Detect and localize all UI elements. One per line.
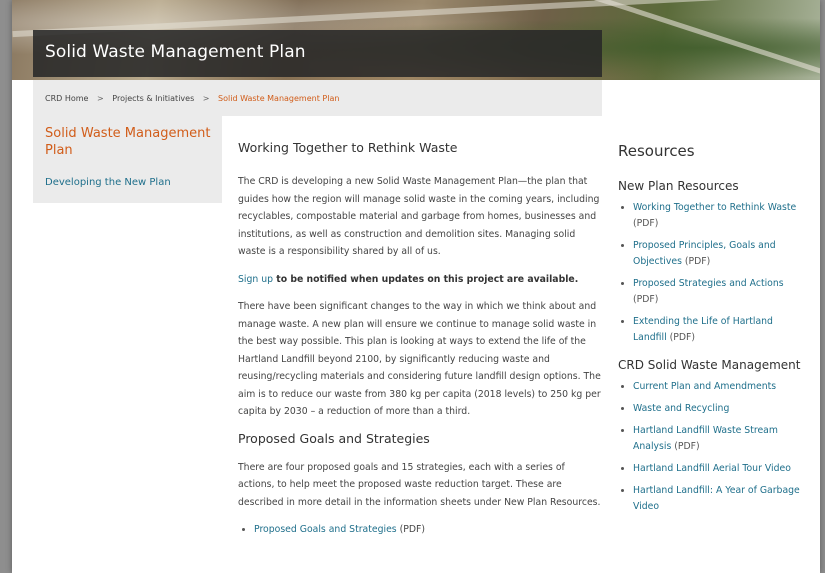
list-item: Hartland Landfill: A Year of Garbage Vid…: [618, 483, 803, 515]
resource-link[interactable]: Extending the Life of Hartland Landfill: [633, 316, 773, 343]
file-type-tag: (PDF): [671, 441, 700, 452]
crd-solid-waste-list: Current Plan and Amendments Waste and Re…: [618, 379, 803, 515]
file-type-tag: (PDF): [633, 294, 659, 305]
page-title: Solid Waste Management Plan: [45, 42, 306, 62]
page-title-bar: Solid Waste Management Plan: [33, 30, 602, 77]
signup-link[interactable]: Sign up: [238, 274, 273, 285]
goals-paragraph: There are four proposed goals and 15 str…: [238, 461, 601, 508]
breadcrumb-home-link[interactable]: CRD Home: [45, 94, 88, 103]
goals-list: Proposed Goals and Strategies (PDF): [238, 521, 603, 539]
breadcrumb: CRD Home > Projects & Initiatives > Soli…: [33, 80, 602, 116]
breadcrumb-separator: >: [97, 94, 104, 103]
crd-solid-waste-heading: CRD Solid Waste Management: [618, 358, 801, 372]
list-item: Extending the Life of Hartland Landfill …: [618, 314, 803, 346]
resource-link[interactable]: Hartland Landfill: A Year of Garbage Vid…: [633, 485, 800, 512]
resource-link[interactable]: Waste and Recycling: [633, 403, 729, 414]
main-content: Working Together to Rethink Waste The CR…: [238, 140, 603, 539]
breadcrumb-separator: >: [202, 94, 210, 103]
resource-link[interactable]: Current Plan and Amendments: [633, 381, 776, 392]
list-item: Proposed Strategies and Actions (PDF): [618, 276, 803, 308]
resources-heading: Resources: [618, 142, 695, 160]
section-heading-rethink-waste: Working Together to Rethink Waste: [238, 140, 458, 155]
breadcrumb-current: Solid Waste Management Plan: [218, 94, 340, 103]
hero-road-decoration: [577, 0, 820, 76]
file-type-tag: (PDF): [633, 218, 659, 229]
file-type-tag: (PDF): [396, 524, 425, 535]
leftnav-title[interactable]: Solid Waste Management Plan: [45, 125, 215, 159]
plan-paragraph: There have been significant changes to t…: [238, 301, 601, 417]
goals-strategies-pdf-link[interactable]: Proposed Goals and Strategies: [254, 524, 397, 535]
resource-link[interactable]: Working Together to Rethink Waste: [633, 202, 796, 213]
breadcrumb-projects-link[interactable]: Projects & Initiatives: [112, 94, 194, 103]
leftnav-item-developing-new-plan[interactable]: Developing the New Plan: [45, 177, 171, 188]
resource-link[interactable]: Hartland Landfill Aerial Tour Video: [633, 463, 791, 474]
list-item: Hartland Landfill Aerial Tour Video: [618, 461, 803, 477]
intro-paragraph: The CRD is developing a new Solid Waste …: [238, 176, 600, 257]
list-item: Hartland Landfill Waste Stream Analysis …: [618, 423, 803, 455]
left-navigation: Solid Waste Management Plan Developing t…: [33, 116, 222, 203]
resources-sidebar: Resources New Plan Resources Working Tog…: [618, 143, 803, 521]
signup-line: Sign up to be notified when updates on t…: [238, 271, 603, 289]
new-plan-resources-heading: New Plan Resources: [618, 179, 739, 193]
file-type-tag: (PDF): [681, 256, 711, 267]
resource-link[interactable]: Hartland Landfill Waste Stream Analysis: [633, 425, 778, 452]
list-item: Proposed Goals and Strategies (PDF): [238, 521, 603, 539]
list-item: Proposed Principles, Goals and Objective…: [618, 238, 803, 270]
list-item: Current Plan and Amendments: [618, 379, 803, 395]
new-plan-resources-list: Working Together to Rethink Waste (PDF) …: [618, 200, 803, 346]
list-item: Working Together to Rethink Waste (PDF): [618, 200, 803, 232]
page: Solid Waste Management Plan CRD Home > P…: [12, 0, 820, 573]
section-heading-goals-strategies: Proposed Goals and Strategies: [238, 430, 430, 446]
resource-link[interactable]: Proposed Strategies and Actions: [633, 278, 784, 289]
list-item: Waste and Recycling: [618, 401, 803, 417]
file-type-tag: (PDF): [666, 332, 696, 343]
signup-text: to be notified when updates on this proj…: [273, 273, 579, 285]
